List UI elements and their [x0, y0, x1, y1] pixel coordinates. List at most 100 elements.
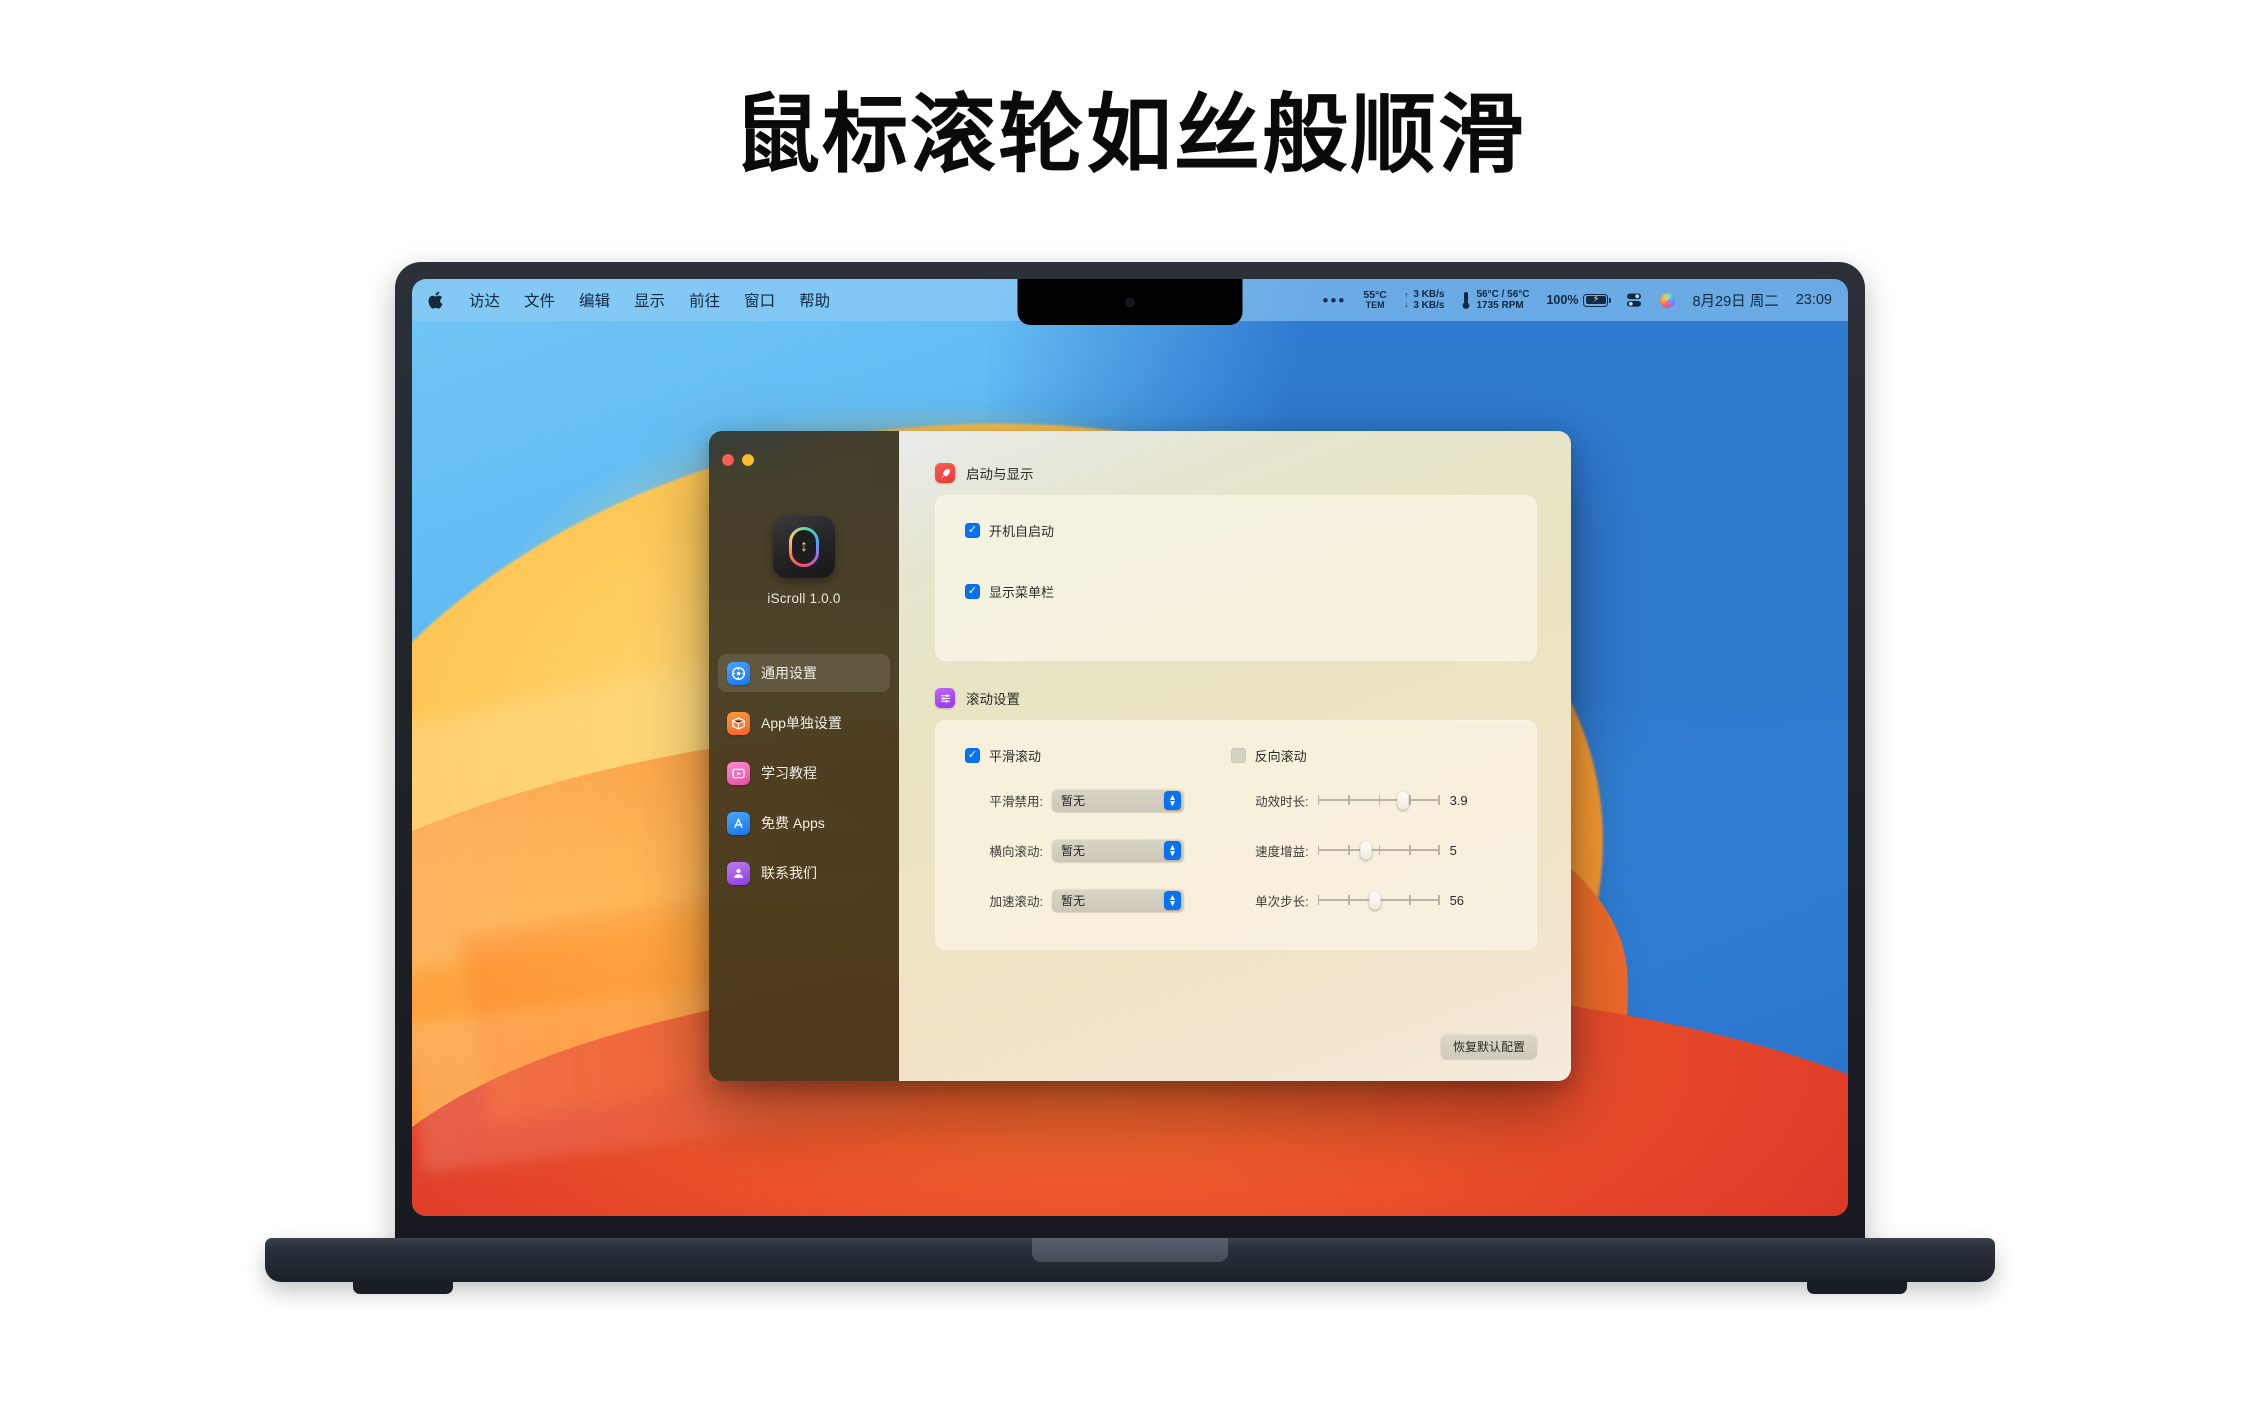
slider-step-length[interactable]	[1317, 891, 1440, 910]
contact-people-icon	[727, 861, 750, 885]
sidebar-item-free-apps[interactable]: 免费 Apps	[718, 804, 890, 842]
upload-speed: 3 KB/s	[1413, 289, 1445, 300]
sliders-icon	[935, 688, 955, 708]
menubar-time[interactable]: 23:09	[1796, 292, 1832, 308]
scroll-select-column: 平滑禁用: 暂无 ▲ ▼ 横向滚动: 暂无 ▲ ▼ 加速滚动: 暂无 ▲ ▼	[965, 765, 1231, 915]
battery-percent: 100%	[1546, 293, 1579, 307]
cpu-temperature-indicator[interactable]: 55°C TEM	[1363, 289, 1386, 310]
select-accelerated-scroll[interactable]: 暂无 ▲ ▼	[1052, 888, 1184, 912]
screen: 访达 文件 编辑 显示 前往 窗口 帮助 ••• 55°C TEM ↑ ↓ 3 …	[412, 279, 1848, 1216]
fan-temps: 56°C / 56°C	[1476, 289, 1530, 300]
checkbox-row-reverse-scroll[interactable]: 反向滚动	[1230, 746, 1507, 765]
checkbox-row-show-menubar[interactable]: ✓ 显示菜单栏	[965, 582, 1507, 601]
sidebar-item-general-settings[interactable]: 通用设置	[718, 654, 890, 692]
checkbox-reverse-scroll[interactable]	[1230, 748, 1246, 763]
scroll-settings-card: ✓ 平滑滚动 反向滚动 平滑禁用: 暂无 ▲ ▼ 横向滚动: 暂无 ▲ ▼ 加速…	[935, 720, 1537, 950]
reset-area: 恢复默认配置	[1440, 1034, 1537, 1059]
laptop-base	[265, 1238, 1995, 1294]
laptop-lid: 访达 文件 编辑 显示 前往 窗口 帮助 ••• 55°C TEM ↑ ↓ 3 …	[395, 262, 1865, 1250]
fan-rpm: 1735 RPM	[1476, 300, 1524, 311]
sidebar-label: App单独设置	[761, 715, 842, 731]
sidebar-item-contact-us[interactable]: 联系我们	[718, 854, 890, 892]
slider-speed-gain[interactable]	[1317, 841, 1440, 860]
checkbox-show-menubar[interactable]: ✓	[965, 584, 980, 599]
section-header-scroll: 滚动设置	[935, 688, 1537, 708]
slider-value: 5	[1449, 842, 1457, 858]
field-row-accelerated-scroll: 加速滚动: 暂无 ▲ ▼	[965, 885, 1231, 915]
close-button[interactable]	[722, 454, 734, 466]
menu-item-file[interactable]: 文件	[524, 289, 555, 311]
fan-indicator[interactable]: 56°C / 56°C 1735 RPM	[1461, 289, 1529, 311]
chevron-updown-icon[interactable]: ▲ ▼	[1164, 890, 1181, 910]
checkbox-row-autostart[interactable]: ✓ 开机自启动	[965, 521, 1507, 540]
sidebar-label: 免费 Apps	[761, 815, 825, 831]
menu-item-finder[interactable]: 访达	[469, 289, 500, 311]
sidebar-label: 通用设置	[761, 665, 817, 681]
window-controls	[709, 445, 899, 466]
field-row-smooth-disable: 平滑禁用: 暂无 ▲ ▼	[965, 785, 1231, 815]
checkbox-label: 开机自启动	[989, 524, 1055, 539]
slider-animation-duration[interactable]	[1317, 791, 1440, 810]
checkbox-label: 平滑滚动	[989, 749, 1042, 764]
page-title: 鼠标滚轮如丝般顺滑	[734, 85, 1526, 185]
network-speed-indicator[interactable]: ↑ ↓ 3 KB/s 3 KB/s	[1404, 289, 1445, 311]
checkbox-row-smooth-scroll[interactable]: ✓ 平滑滚动	[965, 746, 1231, 765]
section-title: 滚动设置	[966, 692, 1020, 707]
app-branding: ↕ iScroll 1.0.0	[709, 516, 899, 606]
menu-item-edit[interactable]: 编辑	[579, 289, 610, 311]
sidebar-item-app-settings[interactable]: App单独设置	[718, 704, 890, 742]
sidebar-label: 联系我们	[761, 865, 817, 881]
app-name-version: iScroll 1.0.0	[767, 591, 841, 606]
startup-settings-card: ✓ 开机自启动 ✓ 显示菜单栏	[935, 495, 1537, 661]
checkbox-autostart[interactable]: ✓	[965, 523, 980, 538]
menubar-date[interactable]: 8月29日 周二	[1692, 290, 1778, 311]
checkbox-smooth-scroll[interactable]: ✓	[965, 748, 980, 763]
checkbox-label: 显示菜单栏	[989, 585, 1055, 600]
menu-item-window[interactable]: 窗口	[744, 289, 775, 311]
battery-charging-icon: ⚡	[1583, 293, 1612, 307]
camera-icon	[1125, 297, 1135, 307]
apple-logo-icon[interactable]	[428, 291, 445, 310]
field-row-horizontal-scroll: 横向滚动: 暂无 ▲ ▼	[965, 835, 1231, 865]
poster-canvas: 鼠标滚轮如丝般顺滑 访达 文件 编辑 显示 前往 窗口 帮助 ••• 55°C …	[0, 0, 2260, 1412]
chevron-updown-icon[interactable]: ▲ ▼	[1164, 790, 1181, 810]
sidebar-label: 学习教程	[761, 765, 817, 781]
chevron-updown-icon[interactable]: ▲ ▼	[1164, 840, 1181, 860]
control-center-icon[interactable]	[1625, 292, 1643, 308]
slider-value: 3.9	[1449, 792, 1468, 808]
video-tutorial-icon	[727, 761, 750, 785]
download-arrow-icon: ↓	[1403, 299, 1409, 309]
mouse-ring-icon: ↕	[789, 527, 819, 567]
field-label: 加速滚动:	[989, 894, 1043, 909]
section-header-startup: 启动与显示	[935, 463, 1537, 483]
scroll-arrow-icon: ↕	[800, 538, 808, 555]
menu-item-view[interactable]: 显示	[634, 289, 665, 311]
field-row-speed-gain: 速度增益: 5	[1231, 835, 1507, 865]
menu-bar-status-area: ••• 55°C TEM ↑ ↓ 3 KB/s 3 KB/s 56°C / 56…	[1323, 289, 1833, 311]
field-label: 平滑禁用:	[989, 794, 1043, 809]
fan-values: 56°C / 56°C 1735 RPM	[1476, 289, 1529, 311]
menu-overflow-icon[interactable]: •••	[1323, 292, 1347, 309]
menu-item-go[interactable]: 前往	[689, 289, 720, 311]
sidebar-nav: 通用设置 App单独设置 学习教程 免费 Apps 联系我们	[709, 654, 899, 892]
sidebar-item-tutorial[interactable]: 学习教程	[718, 754, 890, 792]
rocket-icon	[935, 463, 955, 483]
select-horizontal-scroll[interactable]: 暂无 ▲ ▼	[1052, 838, 1184, 862]
siri-icon[interactable]	[1660, 292, 1676, 308]
base-notch	[1032, 1238, 1228, 1262]
select-value: 暂无	[1061, 843, 1086, 858]
section-title: 启动与显示	[966, 467, 1034, 482]
battery-indicator[interactable]: 100% ⚡	[1546, 293, 1612, 307]
select-smooth-disable[interactable]: 暂无 ▲ ▼	[1052, 788, 1184, 812]
minimize-button[interactable]	[742, 454, 754, 466]
checkbox-label: 反向滚动	[1254, 749, 1307, 764]
app-store-icon	[727, 811, 750, 835]
select-value: 暂无	[1061, 793, 1086, 808]
field-label: 动效时长:	[1255, 794, 1309, 809]
restore-defaults-button[interactable]: 恢复默认配置	[1440, 1034, 1537, 1059]
laptop-foot-left	[353, 1282, 453, 1294]
network-values: 3 KB/s 3 KB/s	[1413, 289, 1444, 311]
field-label: 横向滚动:	[989, 844, 1043, 859]
menu-item-help[interactable]: 帮助	[799, 289, 830, 311]
macbook-mockup: 访达 文件 编辑 显示 前往 窗口 帮助 ••• 55°C TEM ↑ ↓ 3 …	[265, 262, 1995, 1302]
